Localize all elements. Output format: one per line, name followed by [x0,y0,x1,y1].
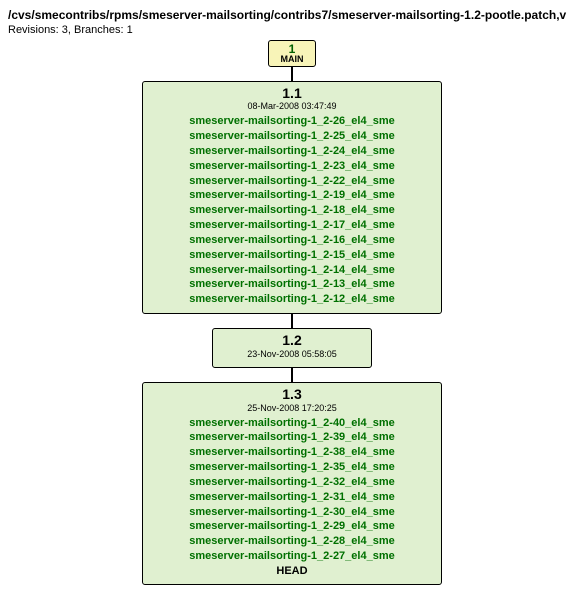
revision-box-1-3: 1.3 25-Nov-2008 17:20:25 smeserver-mails… [142,382,442,585]
revision-tag: smeserver-mailsorting-1_2-23_el4_sme [151,159,433,174]
revision-tag: smeserver-mailsorting-1_2-14_el4_sme [151,263,433,278]
revision-tag: smeserver-mailsorting-1_2-18_el4_sme [151,203,433,218]
revision-tag: smeserver-mailsorting-1_2-17_el4_sme [151,218,433,233]
connector [291,67,293,81]
revision-box-1-1: 1.1 08-Mar-2008 03:47:49 smeserver-mails… [142,81,442,314]
revision-tag: smeserver-mailsorting-1_2-40_el4_sme [151,416,433,431]
revision-tag: smeserver-mailsorting-1_2-28_el4_sme [151,534,433,549]
revision-head: HEAD [151,564,433,578]
revision-tag: smeserver-mailsorting-1_2-13_el4_sme [151,277,433,292]
revision-date: 25-Nov-2008 17:20:25 [151,403,433,414]
revision-tag: smeserver-mailsorting-1_2-31_el4_sme [151,490,433,505]
revision-tag: smeserver-mailsorting-1_2-24_el4_sme [151,144,433,159]
revision-tag: smeserver-mailsorting-1_2-16_el4_sme [151,233,433,248]
revision-number: 1.2 [221,333,363,348]
revision-tag: smeserver-mailsorting-1_2-29_el4_sme [151,519,433,534]
connector [291,368,293,382]
revision-date: 23-Nov-2008 05:58:05 [221,349,363,360]
revision-graph: 1 MAIN 1.1 08-Mar-2008 03:47:49 smeserve… [8,40,576,585]
revision-number: 1.1 [151,86,433,101]
revision-tag: smeserver-mailsorting-1_2-19_el4_sme [151,188,433,203]
revision-box-1-2: 1.2 23-Nov-2008 05:58:05 [212,328,372,368]
file-path: /cvs/smecontribs/rpms/smeserver-mailsort… [8,8,576,22]
revision-tag: smeserver-mailsorting-1_2-38_el4_sme [151,445,433,460]
revision-tag: smeserver-mailsorting-1_2-35_el4_sme [151,460,433,475]
branch-name: MAIN [273,55,311,64]
revision-tag: smeserver-mailsorting-1_2-26_el4_sme [151,114,433,129]
connector [291,314,293,328]
revision-tag: smeserver-mailsorting-1_2-27_el4_sme [151,549,433,564]
revision-tag: smeserver-mailsorting-1_2-15_el4_sme [151,248,433,263]
revision-number: 1.3 [151,387,433,402]
revision-tag: smeserver-mailsorting-1_2-32_el4_sme [151,475,433,490]
revision-meta: Revisions: 3, Branches: 1 [8,24,576,36]
revision-date: 08-Mar-2008 03:47:49 [151,101,433,112]
branch-box: 1 MAIN [268,40,316,67]
revision-tag: smeserver-mailsorting-1_2-25_el4_sme [151,129,433,144]
revision-tag: smeserver-mailsorting-1_2-30_el4_sme [151,505,433,520]
revision-tag: smeserver-mailsorting-1_2-39_el4_sme [151,430,433,445]
revision-tag: smeserver-mailsorting-1_2-22_el4_sme [151,174,433,189]
revision-tag: smeserver-mailsorting-1_2-12_el4_sme [151,292,433,307]
